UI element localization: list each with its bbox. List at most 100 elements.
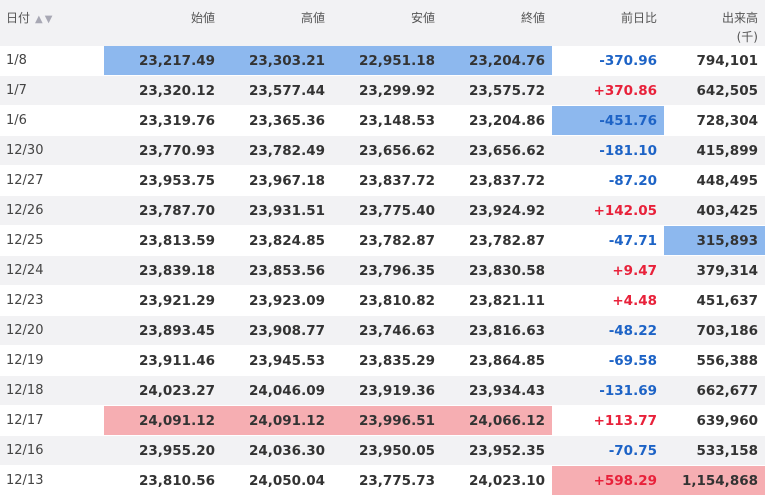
cell-volume: 415,899: [664, 136, 765, 166]
cell-open: 23,955.20: [104, 436, 222, 466]
cell-date: 12/17: [0, 406, 104, 436]
cell-volume: 451,637: [664, 286, 765, 316]
table-header-row: 日付 ▲▼ 始値 高値 安値 終値 前日比 出来高 (千): [0, 0, 765, 46]
cell-date: 12/16: [0, 436, 104, 466]
cell-volume: 556,388: [664, 346, 765, 376]
column-header-low: 安値: [410, 11, 435, 25]
cell-open: 23,921.29: [104, 286, 222, 316]
cell-close: 24,066.12: [442, 406, 552, 436]
cell-close: 23,837.72: [442, 166, 552, 196]
cell-open: 23,770.93: [104, 136, 222, 166]
cell-low: 23,148.53: [332, 106, 442, 136]
cell-low: 23,810.82: [332, 286, 442, 316]
table-row: 12/24 23,839.18 23,853.56 23,796.35 23,830.5…: [0, 256, 765, 286]
cell-close: 23,924.92: [442, 196, 552, 226]
table-row: 12/25 23,813.59 23,824.85 23,782.87 23,782.8…: [0, 226, 765, 256]
cell-close: 23,952.35: [442, 436, 552, 466]
table-row: 12/13 23,810.56 24,050.04 23,775.73 24,023.1…: [0, 466, 765, 496]
cell-change: -48.22: [552, 316, 664, 346]
cell-volume: 639,960: [664, 406, 765, 436]
cell-low: 22,951.18: [332, 46, 442, 76]
cell-date: 12/19: [0, 346, 104, 376]
cell-open: 24,091.12: [104, 406, 222, 436]
cell-volume: 315,893: [664, 226, 765, 256]
cell-low: 23,919.36: [332, 376, 442, 406]
cell-open: 23,217.49: [104, 46, 222, 76]
cell-open: 23,787.70: [104, 196, 222, 226]
cell-change: +113.77: [552, 406, 664, 436]
column-header-date[interactable]: 日付 ▲▼: [0, 0, 104, 46]
cell-close: 23,934.43: [442, 376, 552, 406]
cell-volume: 662,677: [664, 376, 765, 406]
cell-date: 12/30: [0, 136, 104, 166]
sort-desc-icon[interactable]: ▼: [45, 14, 55, 25]
volume-unit-label: (千): [736, 30, 758, 44]
cell-date: 1/8: [0, 46, 104, 76]
cell-open: 23,953.75: [104, 166, 222, 196]
cell-change: +142.05: [552, 196, 664, 226]
table-row: 12/27 23,953.75 23,967.18 23,837.72 23,837.7…: [0, 166, 765, 196]
sort-asc-icon[interactable]: ▲: [35, 14, 45, 25]
column-header-change: 前日比: [620, 11, 657, 25]
cell-open: 23,839.18: [104, 256, 222, 286]
sort-arrows[interactable]: ▲▼: [35, 14, 54, 25]
cell-high: 23,365.36: [222, 106, 332, 136]
cell-close: 23,816.63: [442, 316, 552, 346]
cell-change: -87.20: [552, 166, 664, 196]
cell-volume: 379,314: [664, 256, 765, 286]
cell-date: 12/18: [0, 376, 104, 406]
cell-close: 23,830.58: [442, 256, 552, 286]
cell-change: -370.96: [552, 46, 664, 76]
cell-volume: 448,495: [664, 166, 765, 196]
cell-high: 23,577.44: [222, 76, 332, 106]
table-row: 12/26 23,787.70 23,931.51 23,775.40 23,924.9…: [0, 196, 765, 226]
cell-high: 24,050.04: [222, 466, 332, 496]
table-row: 12/18 24,023.27 24,046.09 23,919.36 23,934.4…: [0, 376, 765, 406]
cell-volume: 794,101: [664, 46, 765, 76]
cell-change: -69.58: [552, 346, 664, 376]
cell-open: 23,320.12: [104, 76, 222, 106]
cell-close: 23,656.62: [442, 136, 552, 166]
cell-high: 23,782.49: [222, 136, 332, 166]
cell-low: 23,835.29: [332, 346, 442, 376]
cell-date: 1/6: [0, 106, 104, 136]
column-header-volume: 出来高 (千): [664, 0, 765, 46]
cell-low: 23,775.73: [332, 466, 442, 496]
cell-date: 12/27: [0, 166, 104, 196]
column-header-high: 高値: [300, 11, 325, 25]
cell-low: 23,782.87: [332, 226, 442, 256]
cell-close: 23,204.86: [442, 106, 552, 136]
cell-high: 23,908.77: [222, 316, 332, 346]
table-row: 12/16 23,955.20 24,036.30 23,950.05 23,952.3…: [0, 436, 765, 466]
cell-open: 23,893.45: [104, 316, 222, 346]
cell-low: 23,299.92: [332, 76, 442, 106]
cell-change: +598.29: [552, 466, 664, 496]
cell-high: 23,931.51: [222, 196, 332, 226]
cell-close: 23,575.72: [442, 76, 552, 106]
cell-volume: 703,186: [664, 316, 765, 346]
cell-change: +370.86: [552, 76, 664, 106]
cell-high: 23,824.85: [222, 226, 332, 256]
cell-low: 23,796.35: [332, 256, 442, 286]
cell-close: 23,204.76: [442, 46, 552, 76]
cell-change: -47.71: [552, 226, 664, 256]
table-row: 12/19 23,911.46 23,945.53 23,835.29 23,864.8…: [0, 346, 765, 376]
cell-high: 23,923.09: [222, 286, 332, 316]
cell-close: 24,023.10: [442, 466, 552, 496]
column-header-open: 始値: [190, 11, 215, 25]
cell-change: -131.69: [552, 376, 664, 406]
cell-date: 12/24: [0, 256, 104, 286]
cell-date: 12/23: [0, 286, 104, 316]
table-row: 12/17 24,091.12 24,091.12 23,996.51 24,066.1…: [0, 406, 765, 436]
cell-volume: 533,158: [664, 436, 765, 466]
price-history-table: 日付 ▲▼ 始値 高値 安値 終値 前日比 出来高 (千) 1/8 23,217.49…: [0, 0, 765, 496]
cell-open: 23,813.59: [104, 226, 222, 256]
cell-open: 24,023.27: [104, 376, 222, 406]
table-row: 12/20 23,893.45 23,908.77 23,746.63 23,816.6…: [0, 316, 765, 346]
cell-date: 12/20: [0, 316, 104, 346]
cell-volume: 403,425: [664, 196, 765, 226]
cell-high: 23,945.53: [222, 346, 332, 376]
cell-date: 12/25: [0, 226, 104, 256]
cell-close: 23,782.87: [442, 226, 552, 256]
cell-open: 23,911.46: [104, 346, 222, 376]
